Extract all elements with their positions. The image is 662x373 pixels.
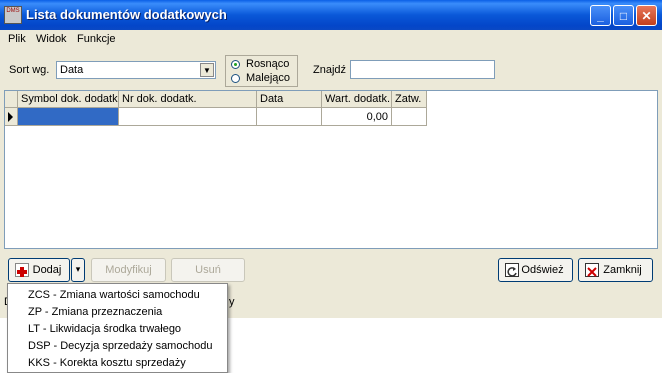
chevron-down-icon[interactable]: ▼ xyxy=(200,63,214,77)
documents-grid[interactable]: Symbol dok. dodatk. Nr dok. dodatk. Data… xyxy=(4,90,658,249)
close-button[interactable]: ✕ xyxy=(636,5,657,26)
menu-widok[interactable]: Widok xyxy=(36,33,67,45)
sort-combo[interactable]: Data ▼ xyxy=(56,61,216,79)
menu-plik[interactable]: Plik xyxy=(8,33,26,45)
add-button[interactable]: Dodaj xyxy=(8,258,70,282)
dropdown-item-zcs[interactable]: ZCS - Zmiana wartości samochodu xyxy=(28,289,200,301)
table-cell-symbol[interactable] xyxy=(18,108,119,126)
menu-funkcje[interactable]: Funkcje xyxy=(77,33,116,45)
close-window-button-label: Zamknij xyxy=(603,264,642,276)
search-input[interactable] xyxy=(350,60,495,79)
close-window-button[interactable]: Zamknij xyxy=(578,258,653,282)
main-window: DMS Lista dokumentów dodatkowych _ □ ✕ P… xyxy=(0,0,662,318)
search-label: Znajdź xyxy=(313,64,347,76)
table-cell-approved[interactable] xyxy=(392,108,427,126)
app-icon[interactable]: DMS xyxy=(4,6,22,24)
sort-label: Sort wg. xyxy=(9,64,50,76)
row-indicator-icon[interactable] xyxy=(5,108,18,126)
column-header-date[interactable]: Data xyxy=(257,91,322,108)
table-cell-value[interactable]: 0,00 xyxy=(322,108,392,126)
add-icon xyxy=(15,263,29,277)
title-bar[interactable]: DMS Lista dokumentów dodatkowych _ □ ✕ xyxy=(0,0,662,30)
delete-button[interactable]: Usuń xyxy=(171,258,245,282)
maximize-button[interactable]: □ xyxy=(613,5,634,26)
table-cell-number[interactable] xyxy=(119,108,257,126)
grid-corner xyxy=(5,91,18,108)
minimize-button[interactable]: _ xyxy=(590,5,611,26)
column-header-value[interactable]: Wart. dodatk. xyxy=(322,91,392,108)
add-dropdown-button[interactable]: ▾ xyxy=(71,258,85,282)
column-header-symbol[interactable]: Symbol dok. dodatk. xyxy=(18,91,119,108)
window-title: Lista dokumentów dodatkowych xyxy=(26,7,227,22)
column-header-number[interactable]: Nr dok. dodatk. xyxy=(119,91,257,108)
column-header-approved[interactable]: Zatw. xyxy=(392,91,427,108)
menu-bar: Plik Widok Funkcje xyxy=(0,30,662,49)
status-text-tail: y xyxy=(229,296,235,308)
radio-descending[interactable] xyxy=(231,74,240,83)
radio-ascending-label[interactable]: Rosnąco xyxy=(246,58,289,70)
sort-combo-value: Data xyxy=(60,64,84,76)
modify-button[interactable]: Modyfikuj xyxy=(91,258,166,282)
refresh-icon xyxy=(505,263,519,277)
close-icon xyxy=(585,263,599,277)
sort-order-group: Rosnąco Malejąco xyxy=(225,55,298,87)
radio-descending-label[interactable]: Malejąco xyxy=(246,72,290,84)
dropdown-item-dsp[interactable]: DSP - Decyzja sprzedaży samochodu xyxy=(28,340,212,352)
refresh-button-label: Odśwież xyxy=(521,264,564,276)
dropdown-item-zp[interactable]: ZP - Zmiana przeznaczenia xyxy=(28,306,162,318)
add-button-label: Dodaj xyxy=(32,264,62,276)
dropdown-item-kks[interactable]: KKS - Korekta kosztu sprzedaży xyxy=(28,357,186,369)
dropdown-item-lt[interactable]: LT - Likwidacja środka trwałego xyxy=(28,323,181,335)
radio-ascending[interactable] xyxy=(231,60,240,69)
refresh-button[interactable]: Odśwież xyxy=(498,258,573,282)
add-dropdown-menu: ZCS - Zmiana wartości samochodu ZP - Zmi… xyxy=(7,283,228,373)
table-cell-date[interactable] xyxy=(257,108,322,126)
